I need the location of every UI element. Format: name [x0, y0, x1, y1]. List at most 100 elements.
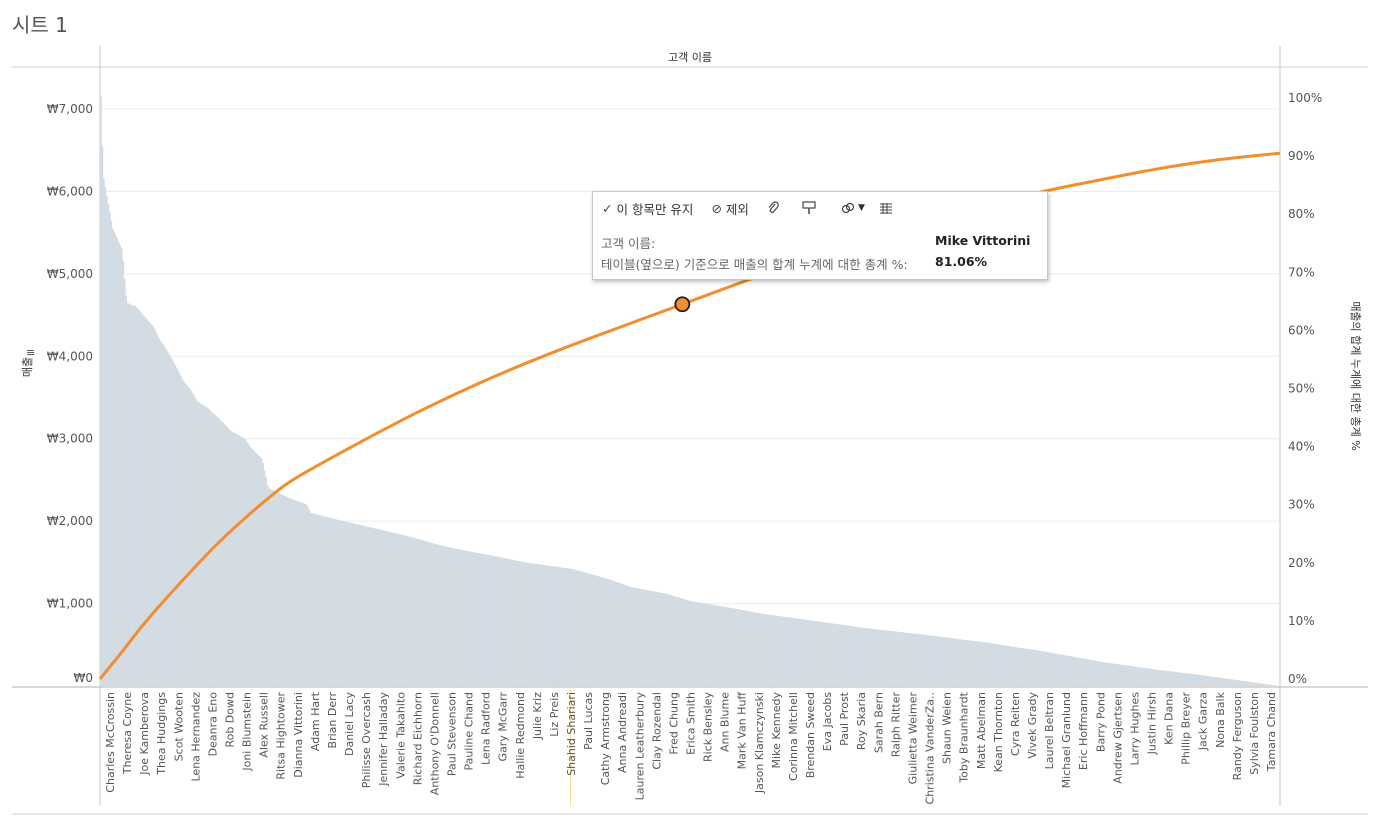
y2-tick-label: 70% — [1288, 265, 1315, 279]
x-tick-label: Lena Radford — [480, 692, 493, 765]
x-tick-label: Sylvia Foulston — [1248, 692, 1261, 775]
y-axis-title: 매출 — [21, 357, 34, 377]
keep-only-label: 이 항목만 유지 — [616, 201, 694, 217]
x-tick-label: Dianna Vittorini — [292, 692, 305, 778]
x-tick-label: Deanra Eno — [206, 692, 219, 757]
x-tick-label: Scot Wooten — [172, 692, 185, 761]
x-tick-label: Anthony O'Donnell — [428, 692, 441, 795]
x-tick-label: Christina VanderZa.. — [924, 692, 937, 804]
x-tick-label: Alex Russell — [258, 692, 271, 758]
x-tick-label: Adam Hart — [309, 691, 322, 751]
y2-tick-label: 10% — [1288, 614, 1315, 628]
check-icon: ✓ — [602, 200, 613, 216]
y2-tick-label: 20% — [1288, 556, 1315, 570]
x-tick-label: Gary McGarr — [497, 692, 510, 762]
x-tick-label: Vivek Grady — [1026, 692, 1039, 759]
x-tick-label: Ritsa Hightower — [275, 692, 288, 780]
x-tick-label: Jack Garza — [1197, 692, 1210, 751]
x-tick-label: Daniel Lacy — [343, 692, 356, 756]
paperclip-button[interactable] — [767, 201, 779, 215]
y2-tick-label: 0% — [1288, 672, 1307, 686]
x-tick-label: Valerie Takahito — [394, 692, 407, 779]
y-tick-label: ₩2,000 — [47, 514, 93, 528]
x-axis-title: 고객 이름 — [668, 51, 712, 64]
x-tick-label: Paul Prost — [838, 691, 851, 746]
x-tick-label: Justin Hirsh — [1145, 692, 1158, 755]
x-tick-label: Randy Ferguson — [1231, 692, 1244, 780]
group-button[interactable]: ▼ — [841, 201, 865, 215]
x-tick-label: Fred Chung — [667, 692, 680, 755]
y-tick-label: ₩4,000 — [47, 349, 93, 363]
x-tick-label: Shahid Shariari — [565, 692, 578, 776]
x-axis-labels: Charles McCrossin Theresa Coyne Joe Kamber… — [104, 690, 1278, 806]
tooltip-row-percent: 테이블(옆으로) 기준으로 매출의 합계 누계에 대한 총계 %: — [601, 254, 908, 273]
view-data-button[interactable] — [879, 202, 893, 214]
x-tick-label: Larry Hughes — [1128, 692, 1141, 766]
y-tick-label: ₩1,000 — [47, 597, 93, 611]
exclude-icon: ⊘ — [711, 200, 722, 216]
y2-tick-label: 80% — [1288, 207, 1315, 221]
x-tick-label: Rick Bensley — [702, 692, 715, 762]
x-tick-label: Cathy Armstrong — [599, 692, 612, 785]
x-tick-label: Thea Hudgings — [155, 692, 168, 776]
x-tick-label: Joni Blumstein — [241, 692, 254, 772]
x-tick-label: Charles McCrossin — [104, 692, 117, 793]
x-tick-label: Julie Kriz — [531, 692, 544, 740]
x-tick-label: Ken Dana — [1163, 692, 1176, 745]
x-tick-label: Nona Balk — [1214, 691, 1227, 748]
selected-point-marker — [674, 296, 691, 313]
brush-icon — [802, 201, 816, 214]
tooltip-toolbar: ✓ 이 항목만 유지 ⊘ 제외 ▼ — [593, 192, 1047, 224]
x-tick-label: Brendan Sweed — [804, 692, 817, 778]
exclude-button[interactable]: ⊘ 제외 — [711, 199, 749, 218]
x-tick-label: Paul Lucas — [582, 692, 595, 750]
x-tick-label: Tamara Chand — [1265, 692, 1278, 772]
x-tick-label: Roy Skaria — [855, 692, 868, 750]
x-tick-label: Ralph Ritter — [889, 692, 902, 758]
highlight-button[interactable] — [801, 200, 817, 216]
y2-tick-label: 60% — [1288, 323, 1315, 337]
keep-only-button[interactable]: ✓ 이 항목만 유지 — [602, 199, 693, 218]
x-tick-label: Erica Smith — [685, 692, 698, 755]
x-tick-label: Clay Rozendal — [650, 692, 663, 770]
chevron-down-icon: ▼ — [857, 203, 865, 213]
customer-label: 고객 이름: — [601, 236, 656, 251]
x-tick-label: Jason Klamczynski — [753, 692, 766, 794]
x-tick-label: Andrew Gjertsen — [1111, 692, 1124, 784]
x-tick-label: Cyra Reiten — [1009, 692, 1022, 756]
x-tick-label: Jennifer Halladay — [377, 692, 390, 787]
x-tick-label: Brian Derr — [326, 692, 339, 749]
x-tick-label: Hallie Redmond — [514, 692, 527, 779]
x-tick-label: Giulietta Weimer — [906, 692, 919, 785]
percent-value: 81.06% — [935, 254, 988, 269]
x-tick-label: Matt Abelman — [975, 692, 988, 769]
x-tick-label: Laurel Beltran — [1043, 692, 1056, 769]
y2-axis-title: 매출의 합계 누계에 대한 총계 % — [1349, 301, 1362, 450]
x-tick-label: Michael Granlund — [1060, 692, 1073, 788]
x-tick-label: Richard Eichhorn — [411, 692, 424, 785]
table-view-icon — [879, 203, 892, 214]
y-axis: ₩0 ₩1,000 ₩2,000 ₩3,000 ₩4,000 ₩5,000 ₩6,000 ₩7… — [26, 102, 93, 685]
y-tick-label: ₩6,000 — [47, 184, 93, 198]
x-tick-label: Mike Kennedy — [770, 692, 783, 769]
tooltip: ✓ 이 항목만 유지 ⊘ 제외 ▼ 고객 이름: Mike Vittorini … — [592, 191, 1048, 280]
x-tick-label: Eric Hoffmann — [1077, 692, 1090, 770]
x-tick-label: Phillip Breyer — [1180, 692, 1193, 765]
percent-label: 테이블(옆으로) 기준으로 매출의 합계 누계에 대한 총계 %: — [601, 257, 908, 272]
y-tick-label: ₩5,000 — [47, 267, 93, 281]
y2-tick-label: 30% — [1288, 498, 1315, 512]
y2-axis: 0% 10% 20% 30% 40% 50% 60% 70% 80% 90% 100% — [1288, 91, 1322, 686]
x-tick-label: Corinna Mitchell — [787, 692, 800, 781]
x-tick-label: Ann Blume — [719, 692, 732, 752]
x-tick-label: Eva Jacobs — [821, 692, 834, 751]
sales-bars — [100, 96, 1279, 687]
group-icon — [841, 202, 855, 214]
x-tick-label: Liz Preis — [548, 692, 561, 737]
exclude-label: 제외 — [725, 201, 749, 217]
y2-tick-label: 50% — [1288, 382, 1315, 396]
x-tick-label: Joe Kamberova — [138, 692, 151, 776]
x-tick-label: Lena Hernandez — [189, 692, 202, 782]
y2-tick-label: 40% — [1288, 440, 1315, 454]
paperclip-icon — [768, 201, 779, 213]
x-tick-label: Barry Pond — [1094, 692, 1107, 752]
